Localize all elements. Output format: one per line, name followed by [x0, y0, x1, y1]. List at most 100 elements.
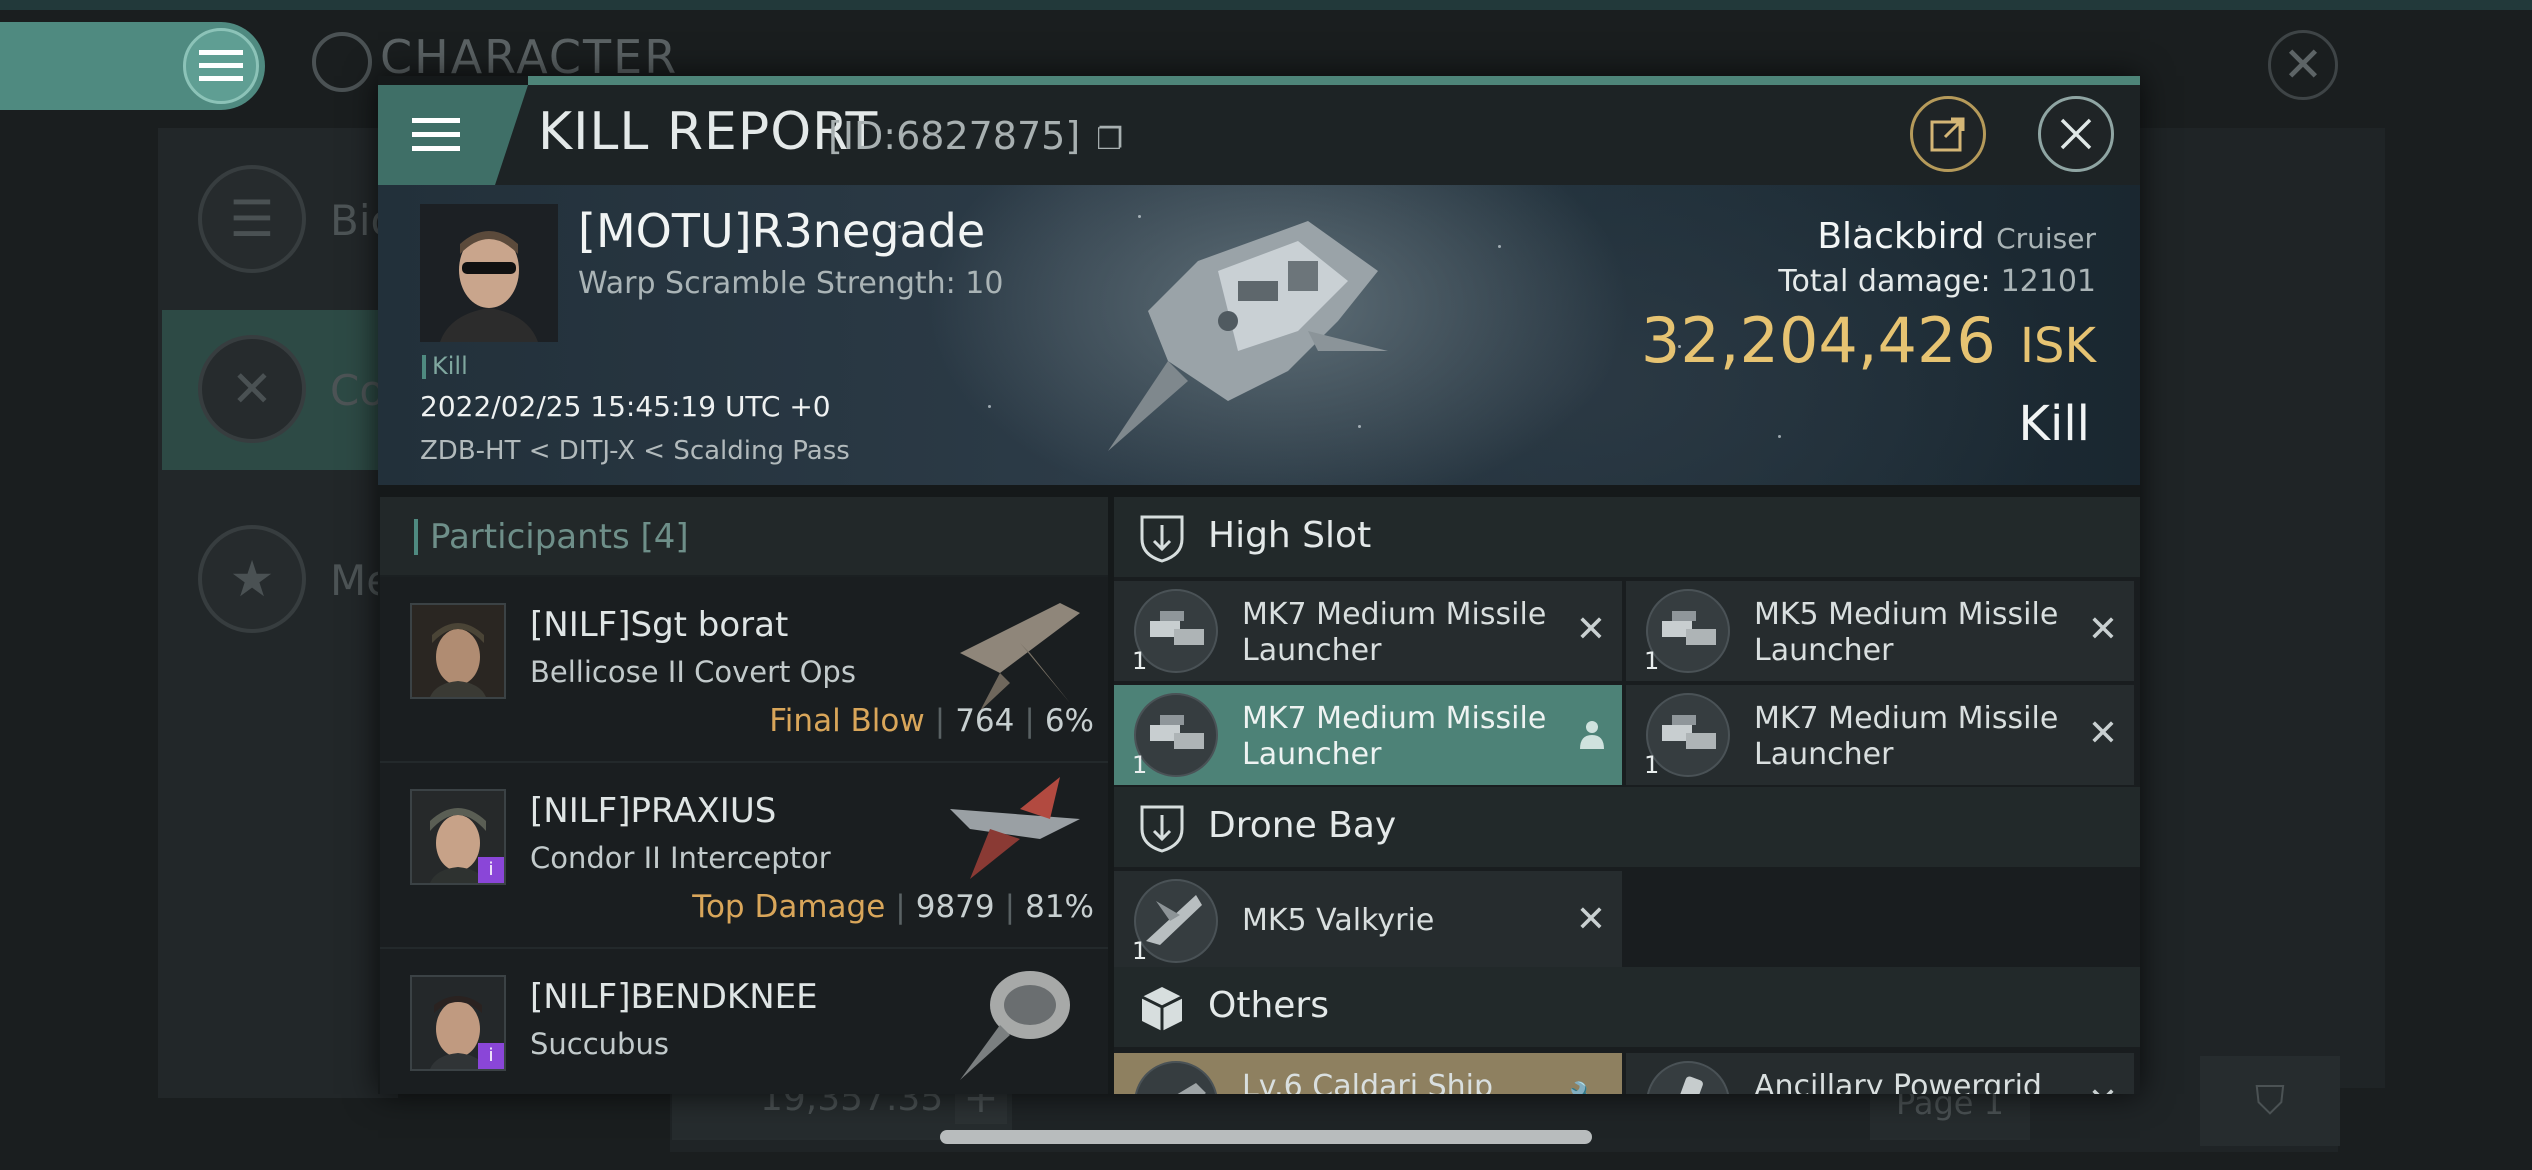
cube-icon — [1141, 987, 1183, 1031]
star-icon: ★ — [198, 525, 306, 633]
close-button[interactable] — [2038, 96, 2114, 172]
isk-amount: 32,204,426 — [1640, 304, 1996, 377]
character-icon — [312, 32, 372, 92]
isk-value: 32,204,426 ISK — [1641, 304, 2096, 377]
item-slot[interactable]: Ancillary Powergrid ✕ — [1626, 1053, 2134, 1094]
menu-icon — [183, 28, 259, 104]
kill-result: Kill — [2018, 396, 2090, 452]
participant-ship: Condor II Interceptor — [530, 841, 831, 875]
participants-header: Participants [4] — [380, 497, 1108, 575]
kill-tag-label: Kill — [432, 352, 468, 380]
section-title: Others — [1208, 985, 1329, 1026]
final-blow-label: Final Blow — [769, 703, 925, 739]
participant-percent: 6% — [1044, 703, 1094, 739]
left-item-bio[interactable]: ☰ Bio — [162, 140, 398, 300]
item-slot[interactable]: 1 MK5 Medium Missile Launcher ✕ — [1626, 581, 2134, 681]
kill-location: ZDB-HT < DITJ-X < Scalding Pass — [420, 436, 850, 466]
top-strip — [0, 0, 2532, 10]
warp-scramble-strength: Warp Scramble Strength: 10 — [578, 266, 1004, 301]
destroyed-icon: ✕ — [1575, 609, 1606, 650]
item-qty: 1 — [1132, 751, 1148, 779]
participant-row[interactable]: i [NILF]BENDKNEE Succubus — [380, 949, 1108, 1094]
item-qty: 1 — [1132, 647, 1148, 675]
items-panel: High Slot 1 MK7 Medium Missile Launcher … — [1114, 497, 2140, 1094]
participant-stats: Top Damage | 9879 | 81% — [692, 889, 1094, 925]
section-others: Others — [1114, 967, 2140, 1047]
item-qty: 1 — [1132, 937, 1148, 965]
corp-badge-icon: i — [478, 857, 504, 883]
shield-icon — [1140, 805, 1184, 853]
left-item-label: Co — [330, 366, 386, 415]
victim-portrait[interactable] — [420, 204, 558, 342]
section-drone-bay: Drone Bay — [1114, 787, 2140, 867]
home-indicator[interactable] — [940, 1130, 1592, 1144]
participant-name: [NILF]Sgt borat — [530, 605, 789, 645]
victim-name[interactable]: [MOTU]R3negade — [578, 204, 985, 258]
victim-ship-name[interactable]: Blackbird Cruiser — [1817, 216, 2096, 257]
powergrid-icon — [1646, 1061, 1730, 1094]
main-menu-button[interactable] — [0, 22, 265, 110]
participant-row[interactable]: i [NILF]PRAXIUS Condor II Interceptor To… — [380, 763, 1108, 949]
left-item-medals[interactable]: ★ Me — [162, 500, 398, 660]
participant-ship: Bellicose II Covert Ops — [530, 655, 856, 689]
swords-icon: ✕ — [198, 335, 306, 443]
shield-icon — [1140, 515, 1184, 563]
filter-icon[interactable]: ⛉ — [2200, 1056, 2340, 1146]
item-slot[interactable]: Lv.6 Caldari Ship 🔧 — [1114, 1053, 1622, 1094]
item-qty: 1 — [1644, 647, 1660, 675]
section-title: High Slot — [1208, 515, 1372, 556]
participants-title: Participants [4] — [430, 517, 689, 557]
menu-icon — [412, 118, 460, 151]
ship-name-text: Blackbird — [1817, 216, 1985, 257]
victim-ship-image — [1108, 221, 1388, 451]
kill-tag: Kill — [422, 352, 468, 380]
participant-ship-image — [960, 603, 1080, 711]
item-slot[interactable]: 1 MK7 Medium Missile Launcher ✕ — [1626, 685, 2134, 785]
item-name: MK5 Medium Missile Launcher — [1754, 597, 2059, 668]
tag-bar — [422, 355, 426, 379]
person-icon — [1580, 721, 1604, 749]
destroyed-icon: ✕ — [1575, 899, 1606, 940]
screen-close-icon[interactable]: ✕ — [2268, 30, 2338, 100]
participant-percent: 81% — [1025, 889, 1094, 925]
kill-datetime: 2022/02/25 15:45:19 UTC +0 — [420, 390, 831, 423]
section-title: Drone Bay — [1208, 805, 1397, 846]
participant-stats: Final Blow | 764 | 6% — [769, 703, 1094, 739]
item-name: MK7 Medium Missile Launcher — [1242, 597, 1547, 668]
item-slot[interactable]: 1 MK7 Medium Missile Launcher ✕ — [1114, 581, 1622, 681]
item-name: Ancillary Powergrid — [1754, 1069, 2042, 1094]
item-slot-highlighted[interactable]: 1 MK7 Medium Missile Launcher — [1114, 685, 1622, 785]
destroyed-icon: ✕ — [2087, 713, 2118, 754]
kill-id[interactable]: [ID:6827875] ❐ — [828, 114, 1123, 158]
share-button[interactable] — [1910, 96, 1986, 172]
header-bar — [414, 519, 418, 555]
destroyed-icon: ✕ — [2087, 609, 2118, 650]
participant-name: [NILF]BENDKNEE — [530, 977, 818, 1017]
participant-name: [NILF]PRAXIUS — [530, 791, 777, 831]
right-panel — [2140, 128, 2385, 1088]
participant-damage: 9879 — [915, 889, 995, 925]
modal-top-accent — [528, 76, 2140, 85]
share-icon — [1930, 117, 1965, 152]
item-name: MK7 Medium Missile Launcher — [1754, 701, 2059, 772]
item-name: Lv.6 Caldari Ship — [1242, 1069, 1494, 1094]
ship-class: Cruiser — [1996, 222, 2096, 255]
section-high-slot: High Slot — [1114, 497, 2140, 577]
corp-badge-icon: i — [478, 1043, 504, 1069]
isk-unit: ISK — [2019, 318, 2096, 374]
avatar — [410, 603, 506, 699]
item-name: MK5 Valkyrie — [1242, 903, 1435, 938]
wrench-icon: 🔧 — [1569, 1081, 1606, 1094]
total-damage: Total damage: 12101 — [1778, 264, 2096, 299]
list-icon: ☰ — [198, 165, 306, 273]
left-item-combat[interactable]: ✕ Co — [162, 310, 398, 470]
item-qty: 1 — [1644, 751, 1660, 779]
top-damage-label: Top Damage — [692, 889, 886, 925]
item-slot[interactable]: 1 MK5 Valkyrie ✕ — [1114, 871, 1622, 971]
copy-icon[interactable]: ❐ — [1096, 122, 1123, 157]
kill-id-text: [ID:6827875] — [828, 114, 1081, 158]
ship-skill-icon — [1134, 1061, 1218, 1094]
participant-row[interactable]: [NILF]Sgt borat Bellicose II Covert Ops … — [380, 577, 1108, 763]
total-damage-value: 12101 — [2000, 264, 2096, 299]
kill-report-modal: KILL REPORT [ID:6827875] ❐ [MOTU]R3negad… — [378, 76, 2140, 1094]
